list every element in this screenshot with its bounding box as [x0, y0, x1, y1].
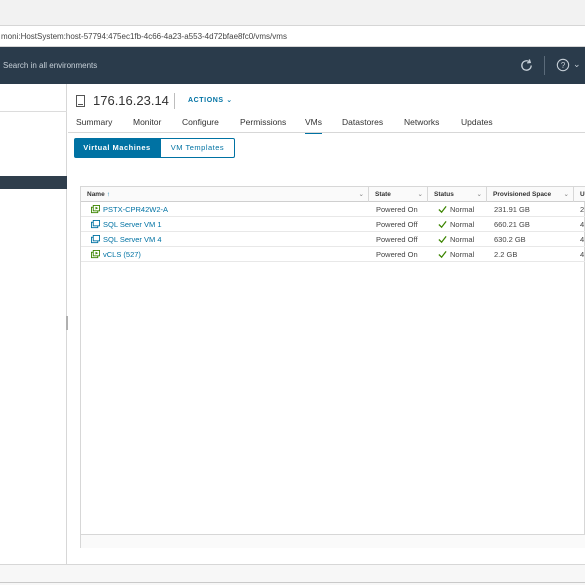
- chevron-down-icon[interactable]: ⌄: [359, 187, 364, 202]
- table-row[interactable]: vCLS (527) Powered On Normal 2.2 GB 4: [81, 247, 585, 262]
- actions-label: ACTIONS: [188, 97, 224, 104]
- vm-provisioned-space: 231.91 GB: [494, 205, 530, 214]
- browser-top-strip: [0, 0, 585, 26]
- column-label: Name: [87, 191, 105, 198]
- vm-powered-off-icon: [91, 220, 100, 229]
- sidebar-selected-item[interactable]: [0, 176, 67, 189]
- title-divider: [174, 93, 175, 109]
- sidebar-divider: [0, 111, 67, 112]
- vm-used-space: 4: [580, 250, 585, 259]
- chevron-down-icon[interactable]: ⌄: [564, 187, 569, 202]
- vm-state: Powered Off: [376, 235, 418, 244]
- column-label: Status: [434, 191, 454, 198]
- vm-provisioned-space: 2.2 GB: [494, 250, 518, 259]
- table-row[interactable]: PSTX-CPR42W2-A Powered On Normal 231.91 …: [81, 202, 585, 217]
- vm-status: Normal: [450, 205, 475, 214]
- check-icon: [438, 205, 447, 214]
- actions-button[interactable]: ACTIONS ⌄: [188, 96, 233, 104]
- column-label: U: [580, 191, 585, 198]
- host-icon: [76, 95, 85, 107]
- sort-ascending-icon: ↑: [106, 191, 110, 198]
- header-divider: [544, 56, 545, 75]
- tabs-divider: [68, 132, 585, 133]
- page-title: 176.16.23.14: [93, 93, 169, 108]
- column-label: Provisioned Space: [493, 191, 552, 198]
- vm-used-space: 4: [580, 220, 585, 229]
- vm-name-link[interactable]: SQL Server VM 1: [103, 217, 162, 232]
- chevron-down-icon[interactable]: ⌄: [573, 59, 581, 70]
- global-search-input[interactable]: Search in all environments: [3, 61, 97, 70]
- column-header-status[interactable]: Status ⌄: [428, 187, 487, 202]
- vm-used-space: 2: [580, 205, 585, 214]
- chevron-down-icon[interactable]: ⌄: [477, 187, 482, 202]
- chevron-down-icon[interactable]: ⌄: [418, 187, 423, 202]
- column-header-provisioned-space[interactable]: Provisioned Space ⌄: [487, 187, 574, 202]
- column-header-used-space[interactable]: U: [574, 187, 585, 202]
- table-row[interactable]: SQL Server VM 4 Powered Off Normal 630.2…: [81, 232, 585, 247]
- vm-state: Powered On: [376, 250, 418, 259]
- address-bar[interactable]: moni:HostSystem:host-57794:475ec1fb-4c66…: [0, 26, 585, 47]
- app-header: Search in all environments ? ⌄: [0, 47, 585, 84]
- vm-status: Normal: [450, 235, 475, 244]
- vm-state: Powered On: [376, 205, 418, 214]
- check-icon: [438, 235, 447, 244]
- vm-used-space: 4: [580, 235, 585, 244]
- virtual-machines-toggle[interactable]: Virtual Machines: [74, 138, 160, 158]
- inventory-sidebar: [0, 84, 67, 564]
- vm-name-link[interactable]: vCLS (527): [103, 247, 141, 262]
- vm-powered-on-icon: [91, 250, 100, 259]
- svg-text:?: ?: [561, 61, 566, 70]
- vm-templates-toggle[interactable]: VM Templates: [160, 138, 235, 158]
- chevron-down-icon: ⌄: [226, 97, 233, 104]
- column-header-state[interactable]: State ⌄: [369, 187, 428, 202]
- bottom-divider: [0, 582, 585, 583]
- column-header-name[interactable]: Name ↑ ⌄: [81, 187, 369, 202]
- vm-powered-on-icon: [91, 205, 100, 214]
- grid-header: Name ↑ ⌄ State ⌄ Status ⌄ Provisioned Spa…: [81, 187, 585, 202]
- vm-provisioned-space: 630.2 GB: [494, 235, 526, 244]
- vm-powered-off-icon: [91, 235, 100, 244]
- column-label: State: [375, 191, 391, 198]
- help-icon[interactable]: ?: [556, 58, 570, 72]
- check-icon: [438, 220, 447, 229]
- vm-status: Normal: [450, 250, 475, 259]
- vm-provisioned-space: 660.21 GB: [494, 220, 530, 229]
- refresh-icon[interactable]: [519, 58, 534, 73]
- grid-footer: [81, 534, 585, 548]
- check-icon: [438, 250, 447, 259]
- table-row[interactable]: SQL Server VM 1 Powered Off Normal 660.2…: [81, 217, 585, 232]
- vm-state: Powered Off: [376, 220, 418, 229]
- vm-name-link[interactable]: PSTX-CPR42W2-A: [103, 202, 168, 217]
- vm-status: Normal: [450, 220, 475, 229]
- vm-name-link[interactable]: SQL Server VM 4: [103, 232, 162, 247]
- vm-datagrid: Name ↑ ⌄ State ⌄ Status ⌄ Provisioned Spa…: [80, 186, 585, 548]
